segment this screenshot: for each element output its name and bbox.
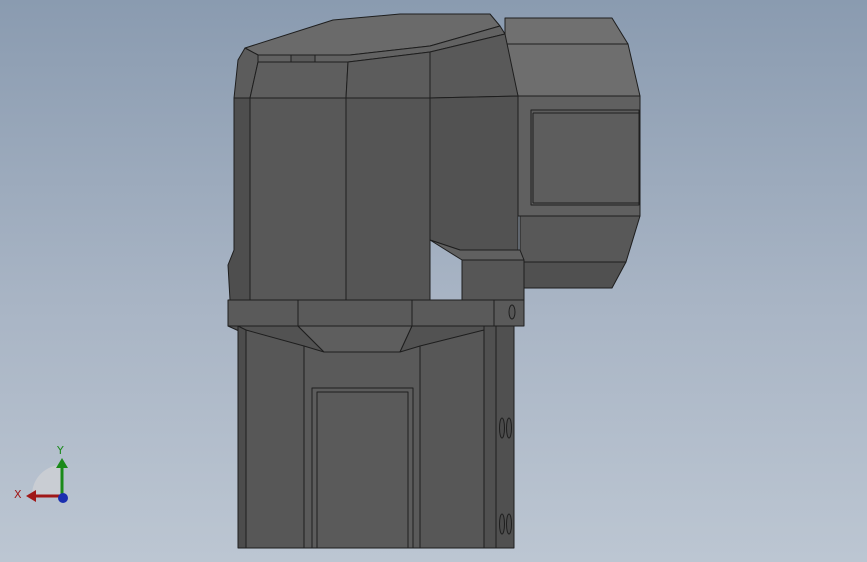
upper-housing[interactable] xyxy=(227,13,525,301)
side-slot xyxy=(506,513,512,535)
side-slot xyxy=(506,417,512,439)
z-axis-dot xyxy=(58,493,68,503)
side-slot xyxy=(499,417,505,439)
column-left-face xyxy=(237,325,247,549)
y-axis-label: Y xyxy=(56,444,64,457)
housing-step-face xyxy=(429,95,519,251)
motor-bottom-face xyxy=(519,261,627,289)
housing-step-front xyxy=(461,259,525,301)
housing-left-face xyxy=(227,97,251,301)
orientation-triad: Y X xyxy=(14,444,68,503)
motor-upper-face xyxy=(504,43,641,97)
motor-lower-face xyxy=(519,215,641,263)
lower-column[interactable] xyxy=(237,325,515,549)
cad-viewport[interactable]: Y X xyxy=(0,0,867,562)
motor-top-face xyxy=(504,17,629,45)
robot-model-view[interactable] xyxy=(0,0,867,562)
side-motor-housing[interactable] xyxy=(504,17,641,289)
column-face-left xyxy=(245,329,305,549)
y-axis-arrow xyxy=(56,458,68,468)
housing-right-face xyxy=(345,97,431,301)
side-slot xyxy=(499,513,505,535)
upper-band-center xyxy=(249,61,349,99)
housing-center-face xyxy=(249,97,347,301)
x-axis-label: X xyxy=(14,488,22,501)
collar-screw xyxy=(508,304,516,320)
motor-panel xyxy=(530,109,640,206)
column-face-right xyxy=(419,329,485,549)
x-axis-arrow xyxy=(26,490,36,502)
collar-band xyxy=(227,299,525,327)
access-door-inner xyxy=(316,391,409,549)
triad-plane-icon xyxy=(32,465,62,495)
